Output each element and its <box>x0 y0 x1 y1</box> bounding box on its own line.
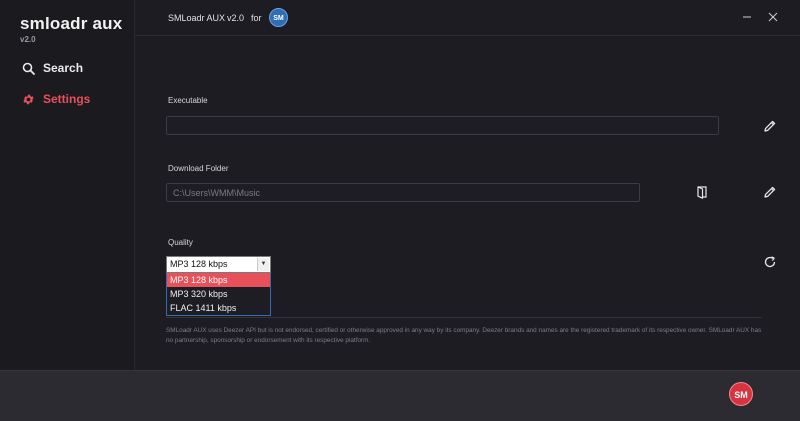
disclaimer-text: SMLoadr AUX uses Deezer API but is not e… <box>166 327 762 344</box>
quality-selected-value: MP3 128 kbps <box>170 259 228 269</box>
sidebar: smloadr aux v2.0 Search Settings <box>0 0 135 370</box>
app-version: v2.0 <box>227 13 245 23</box>
executable-label: Executable <box>168 96 208 105</box>
close-button[interactable] <box>766 10 780 24</box>
minimize-button[interactable] <box>740 10 754 24</box>
minimize-icon <box>743 16 751 18</box>
refresh-icon <box>764 256 776 268</box>
folder-open-icon <box>697 186 707 199</box>
gear-icon <box>22 93 35 106</box>
title-for-text: for <box>251 13 262 23</box>
executable-field[interactable] <box>166 116 719 135</box>
divider <box>166 317 762 318</box>
brand: smloadr aux v2.0 <box>20 14 122 44</box>
brand-version: v2.0 <box>20 35 36 44</box>
sm-logo-icon[interactable]: SM <box>729 382 753 406</box>
app-title: SMLoadr AUX <box>168 13 226 23</box>
sidebar-item-label: Search <box>43 61 84 75</box>
sidebar-item-settings[interactable]: Settings <box>22 92 90 106</box>
search-icon <box>22 62 35 75</box>
edit-executable-button[interactable] <box>763 119 777 133</box>
chevron-down-icon: ▼ <box>257 258 269 271</box>
sidebar-item-label: Settings <box>43 92 91 106</box>
open-folder-button[interactable] <box>695 185 709 199</box>
brand-title: smloadr aux <box>20 14 123 33</box>
quality-option[interactable]: MP3 128 kbps <box>167 273 270 287</box>
close-icon <box>768 12 778 22</box>
sm-logo-icon: SM <box>269 8 288 27</box>
quality-dropdown-list: MP3 128 kbps MP3 320 kbps FLAC 1411 kbps <box>166 273 271 316</box>
quality-label: Quality <box>168 238 193 247</box>
footer-bar: SM <box>0 370 800 421</box>
pencil-icon <box>764 120 776 132</box>
sidebar-item-search[interactable]: Search <box>22 61 83 75</box>
quality-option[interactable]: FLAC 1411 kbps <box>167 301 270 315</box>
download-folder-field[interactable]: C:\Users\WMM\Music <box>166 183 640 202</box>
edit-download-folder-button[interactable] <box>763 185 777 199</box>
download-folder-label: Download Folder <box>168 164 229 173</box>
pencil-icon <box>764 186 776 198</box>
reset-quality-button[interactable] <box>763 255 777 269</box>
quality-option[interactable]: MP3 320 kbps <box>167 287 270 301</box>
titlebar: SMLoadr AUX v2.0 for SM <box>135 0 800 36</box>
quality-select[interactable]: MP3 128 kbps ▼ <box>166 256 271 273</box>
app-window: smloadr aux v2.0 Search Settings SMLoadr… <box>0 0 800 421</box>
